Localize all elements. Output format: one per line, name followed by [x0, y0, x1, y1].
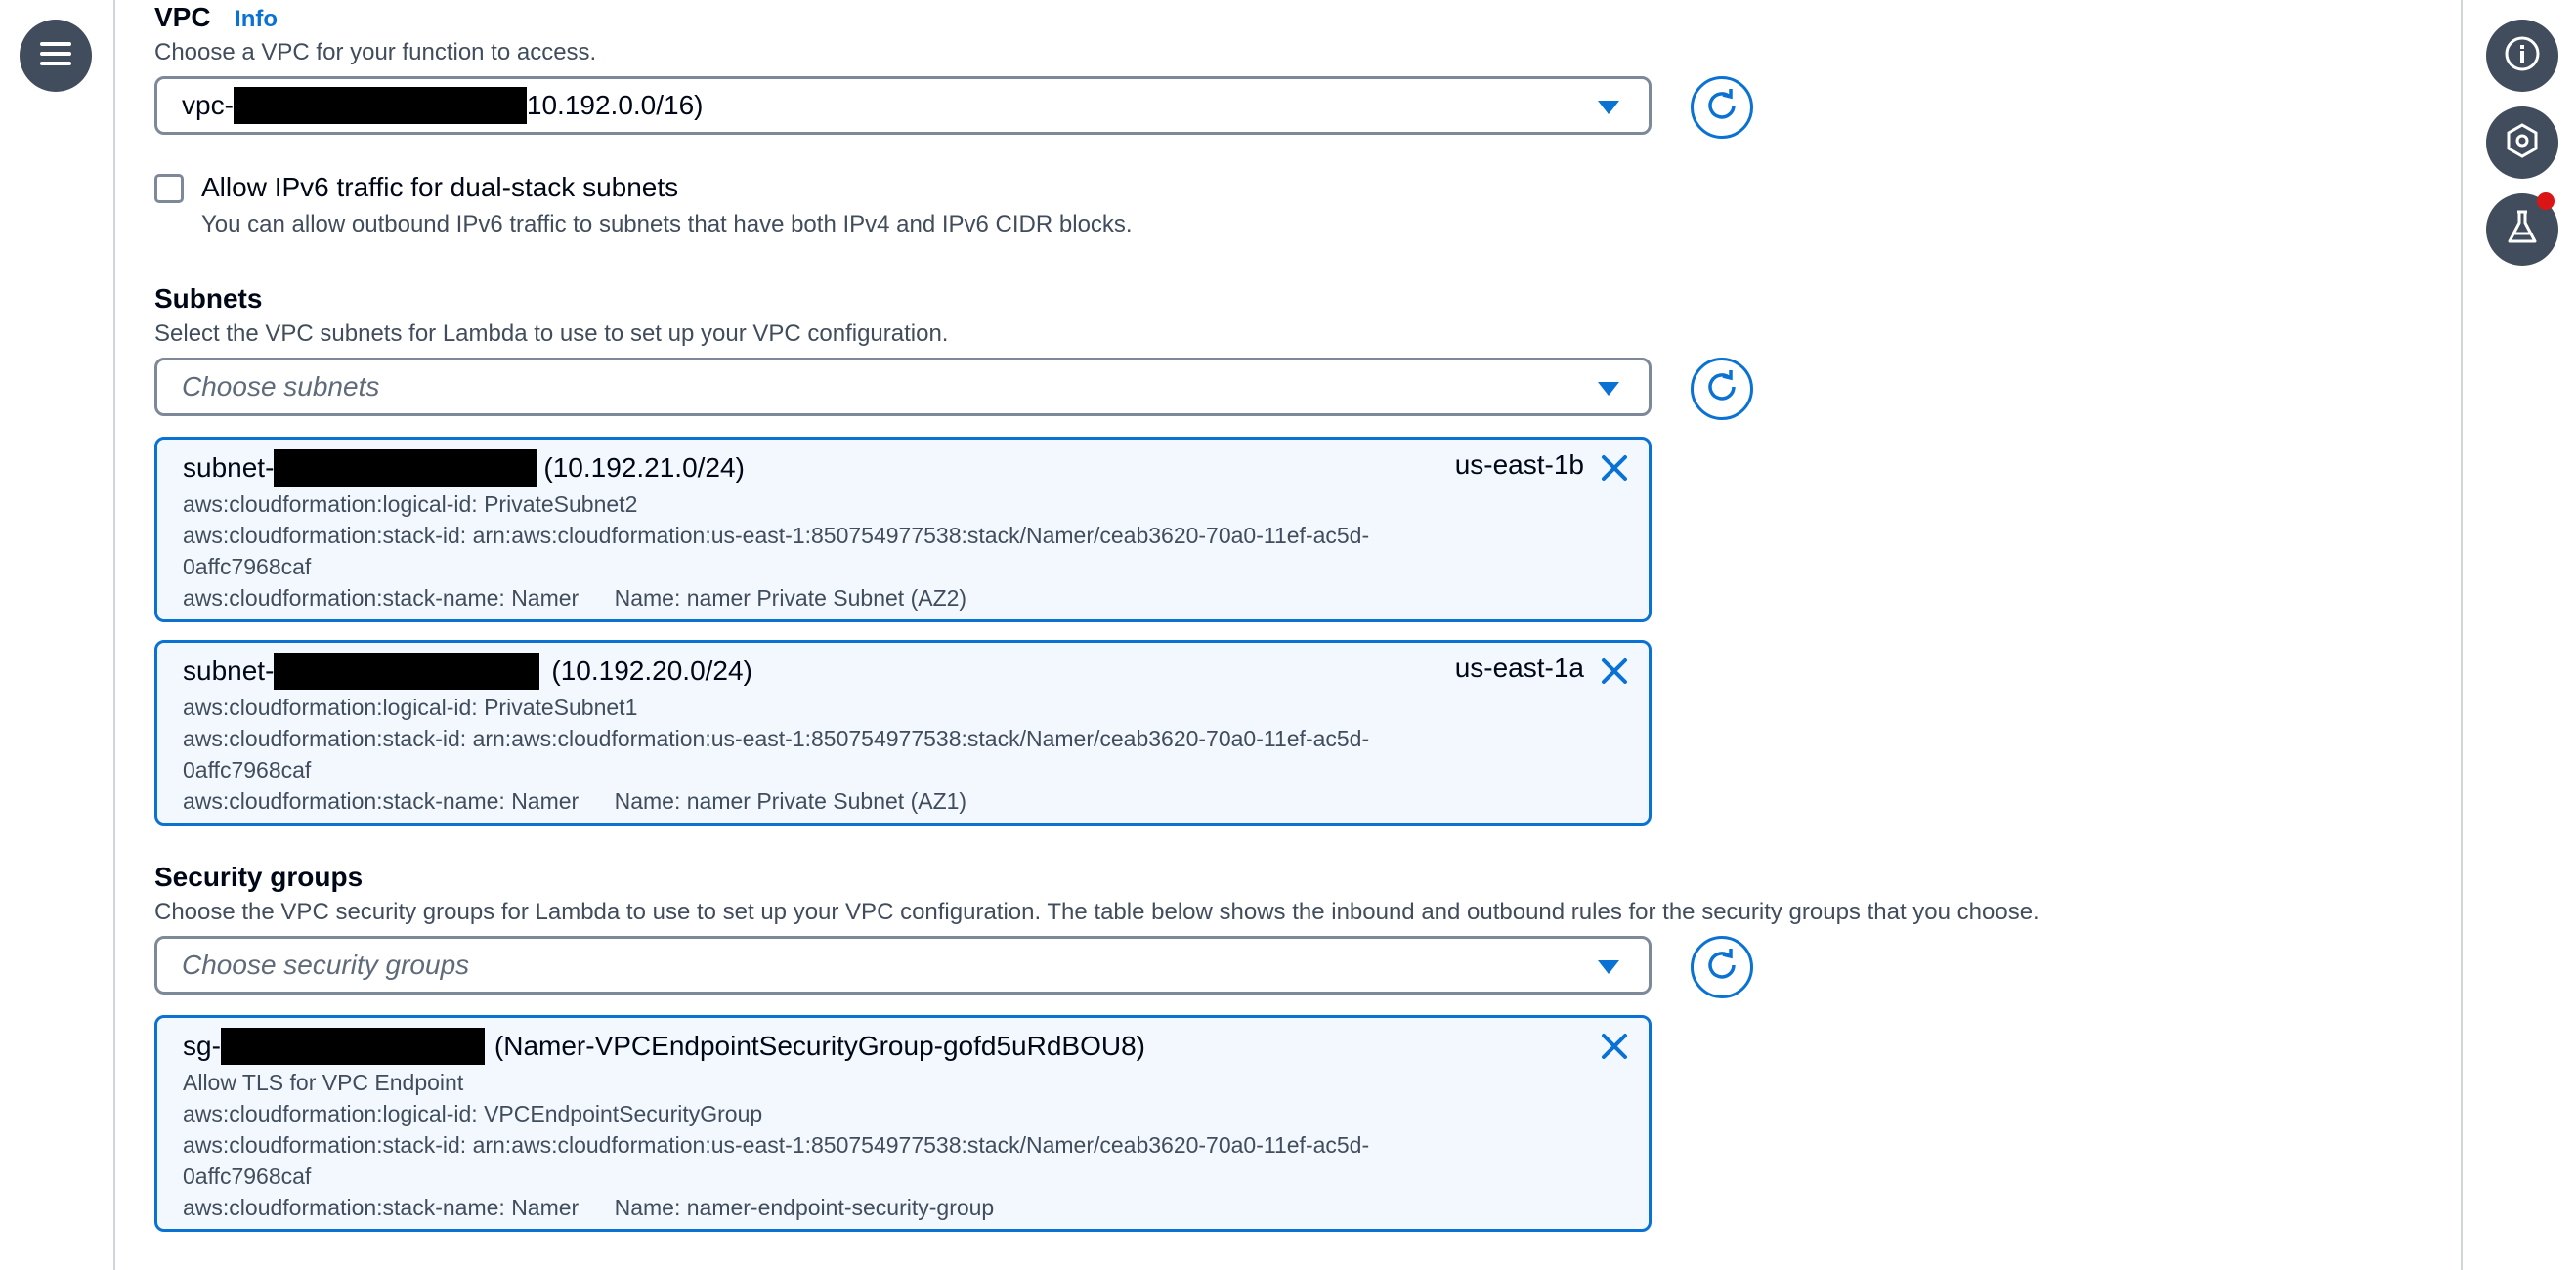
remove-subnet-button[interactable]: [1598, 655, 1631, 688]
security-group-logical-id: aws:cloudformation:logical-id: VPCEndpoi…: [183, 1101, 763, 1126]
subnet-stack-name: aws:cloudformation:stack-name: Namer: [183, 788, 580, 814]
subnet-stack-id-cont: 0affc7968caf: [183, 757, 312, 783]
info-panel-button[interactable]: [2486, 20, 2558, 92]
vpc-description: Choose a VPC for your function to access…: [154, 39, 597, 65]
security-group-token: sg- (Namer-VPCEndpointSecurityGroup-gofd…: [154, 1015, 1652, 1232]
redacted-vpc-id: [233, 87, 527, 124]
refresh-icon: [1703, 87, 1740, 129]
subnet-token-title: subnet- (10.192.20.0/24): [183, 653, 752, 690]
subnet-token-title: subnet- (10.192.21.0/24): [183, 449, 745, 487]
subnets-label: Subnets: [154, 283, 263, 314]
vpc-refresh-button[interactable]: [1691, 76, 1753, 139]
hamburger-menu-icon: [40, 40, 71, 72]
subnets-select[interactable]: Choose subnets: [154, 358, 1652, 416]
security-group-tags: Allow TLS for VPC Endpoint aws:cloudform…: [183, 1067, 1369, 1223]
ipv6-description: You can allow outbound IPv6 traffic to s…: [201, 211, 1133, 237]
subnet-token: subnet- (10.192.20.0/24) us-east-1a aws:…: [154, 640, 1652, 826]
subnet-id-prefix: subnet-: [183, 452, 275, 483]
security-groups-placeholder: Choose security groups: [182, 950, 470, 980]
subnet-tags: aws:cloudformation:logical-id: PrivateSu…: [183, 692, 1369, 817]
subnet-stack-name: aws:cloudformation:stack-name: Namer: [183, 585, 580, 611]
subnet-tags: aws:cloudformation:logical-id: PrivateSu…: [183, 488, 1369, 614]
close-icon: [1598, 455, 1631, 488]
info-icon: [2504, 35, 2541, 77]
redacted-subnet-id: [274, 653, 540, 690]
refresh-icon: [1703, 368, 1740, 410]
menu-button[interactable]: [20, 20, 92, 92]
content-right-border: [2461, 0, 2463, 1270]
hexagon-settings-icon: [2504, 122, 2541, 164]
security-group-name-title: (Namer-VPCEndpointSecurityGroup-gofd5uRd…: [494, 1031, 1145, 1061]
subnets-description: Select the VPC subnets for Lambda to use…: [154, 320, 949, 347]
ipv6-checkbox[interactable]: [154, 174, 184, 203]
vpc-info-link[interactable]: Info: [235, 6, 278, 32]
subnet-stack-id: aws:cloudformation:stack-id: arn:aws:clo…: [183, 726, 1370, 751]
refresh-icon: [1703, 947, 1740, 989]
vpc-value-suffix: 10.192.0.0/16): [526, 90, 704, 120]
security-group-stack-id-cont: 0affc7968caf: [183, 1164, 312, 1189]
security-group-stack-name-row: aws:cloudformation:stack-name: Namer Nam…: [183, 1192, 1369, 1223]
security-groups-select[interactable]: Choose security groups: [154, 936, 1652, 995]
close-icon: [1598, 1034, 1631, 1067]
security-group-stack-id: aws:cloudformation:stack-id: arn:aws:clo…: [183, 1132, 1370, 1158]
subnet-logical-id: aws:cloudformation:logical-id: PrivateSu…: [183, 491, 638, 517]
ipv6-label[interactable]: Allow IPv6 traffic for dual-stack subnet…: [201, 172, 678, 203]
subnet-zone: us-east-1a: [1454, 653, 1584, 683]
security-group-id-prefix: sg-: [183, 1031, 221, 1061]
vpc-value-prefix: vpc-: [182, 90, 234, 120]
security-group-description: Allow TLS for VPC Endpoint: [183, 1070, 464, 1095]
caret-down-icon: [1598, 382, 1619, 396]
notification-dot: [2537, 192, 2555, 210]
flask-icon: [2505, 209, 2540, 251]
vpc-label: VPC: [154, 2, 211, 32]
subnet-logical-id: aws:cloudformation:logical-id: PrivateSu…: [183, 695, 638, 720]
caret-down-icon: [1598, 960, 1619, 974]
security-group-name: Name: namer-endpoint-security-group: [614, 1195, 995, 1220]
vpc-select[interactable]: vpc- 10.192.0.0/16): [154, 76, 1652, 135]
remove-security-group-button[interactable]: [1598, 1030, 1631, 1063]
subnet-id-prefix: subnet-: [183, 656, 275, 686]
security-groups-label: Security groups: [154, 862, 364, 892]
content-left-border: [113, 0, 115, 1270]
security-groups-description: Choose the VPC security groups for Lambd…: [154, 899, 2039, 925]
subnet-token: subnet- (10.192.21.0/24) us-east-1b aws:…: [154, 437, 1652, 622]
close-icon: [1598, 658, 1631, 692]
redacted-security-group-id: [220, 1028, 485, 1065]
caret-down-icon: [1598, 101, 1619, 114]
subnets-placeholder: Choose subnets: [182, 371, 380, 402]
security-group-stack-name: aws:cloudformation:stack-name: Namer: [183, 1195, 580, 1220]
subnet-stack-id: aws:cloudformation:stack-id: arn:aws:clo…: [183, 523, 1370, 548]
security-groups-refresh-button[interactable]: [1691, 936, 1753, 998]
subnet-cidr: (10.192.21.0/24): [543, 452, 745, 483]
subnet-cidr: (10.192.20.0/24): [551, 656, 752, 686]
remove-subnet-button[interactable]: [1598, 451, 1631, 485]
subnet-name: Name: namer Private Subnet (AZ2): [614, 585, 967, 611]
subnet-name: Name: namer Private Subnet (AZ1): [614, 788, 967, 814]
subnet-stack-name-row: aws:cloudformation:stack-name: Namer Nam…: [183, 785, 1369, 817]
subnets-refresh-button[interactable]: [1691, 358, 1753, 420]
vpc-header: VPC Info: [154, 2, 278, 33]
settings-button[interactable]: [2486, 106, 2558, 179]
redacted-subnet-id: [274, 449, 538, 487]
subnet-zone: us-east-1b: [1454, 449, 1584, 480]
subnet-stack-name-row: aws:cloudformation:stack-name: Namer Nam…: [183, 582, 1369, 614]
subnet-stack-id-cont: 0affc7968caf: [183, 554, 312, 579]
security-group-token-title: sg- (Namer-VPCEndpointSecurityGroup-gofd…: [183, 1028, 1145, 1065]
